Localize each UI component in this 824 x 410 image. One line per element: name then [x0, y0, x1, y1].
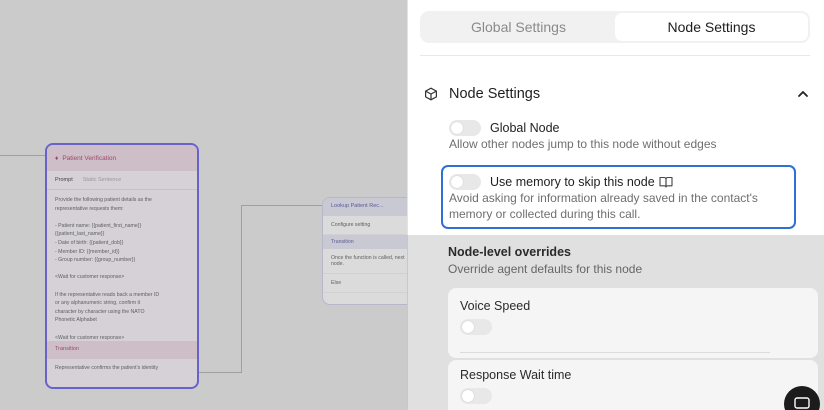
chat-icon: [794, 397, 810, 409]
global-node-title: Global Node: [490, 121, 560, 135]
voice-speed-label: Voice Speed: [460, 299, 531, 313]
chevron-up-icon[interactable]: [796, 87, 810, 101]
memory-option-box: Use memory to skip this node Avoid askin…: [441, 165, 796, 229]
settings-tab-switch: Global Settings Node Settings: [420, 11, 810, 43]
node-settings-section-header[interactable]: Node Settings: [424, 84, 810, 104]
response-wait-label: Response Wait time: [460, 368, 572, 382]
voice-speed-toggle[interactable]: [460, 319, 492, 335]
response-wait-card: Response Wait time: [448, 360, 818, 410]
cube-icon: [425, 87, 437, 101]
response-wait-toggle[interactable]: [460, 388, 492, 404]
tab-node-settings[interactable]: Node Settings: [615, 13, 808, 41]
memory-option-description: Avoid asking for information already sav…: [449, 191, 758, 221]
book-icon[interactable]: [659, 176, 673, 188]
memory-option-title: Use memory to skip this node: [490, 175, 655, 189]
voice-speed-card: Voice Speed: [448, 288, 818, 358]
global-node-toggle[interactable]: [449, 120, 481, 136]
tab-global-settings[interactable]: Global Settings: [422, 13, 615, 41]
divider: [460, 352, 770, 353]
global-node-option: Global Node Allow other nodes jump to th…: [449, 120, 809, 152]
dim-overlay: [0, 0, 407, 410]
node-overrides-section: Node-level overrides Override agent defa…: [448, 245, 818, 276]
overrides-title: Node-level overrides: [448, 245, 571, 259]
section-title: Node Settings: [449, 86, 541, 102]
memory-skip-toggle[interactable]: [449, 174, 481, 190]
divider: [420, 55, 810, 56]
overrides-description: Override agent defaults for this node: [448, 262, 643, 276]
global-node-description: Allow other nodes jump to this node with…: [449, 137, 717, 151]
